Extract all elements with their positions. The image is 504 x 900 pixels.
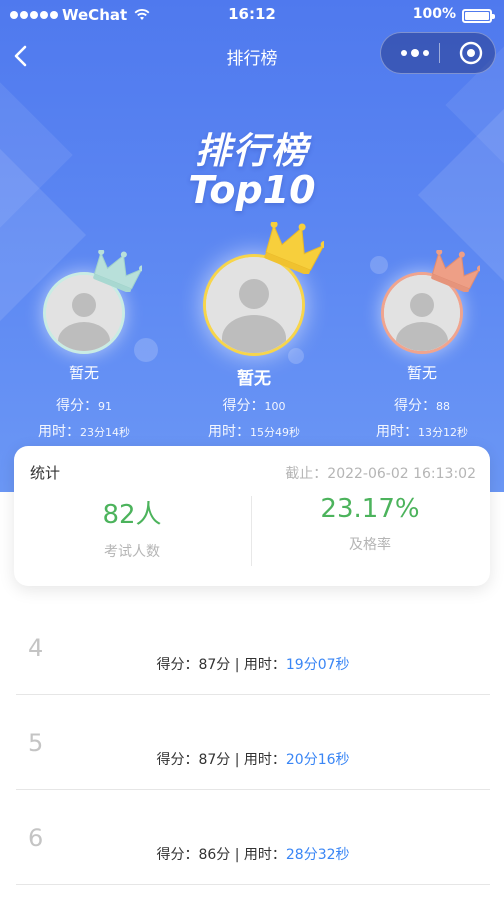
participants-value: 82人 [102, 500, 162, 530]
card-title: 统计 [30, 464, 61, 482]
player-name: 暂无 [237, 369, 271, 389]
status-bar: WeChat 16:12 100% [0, 0, 504, 30]
rank-time: 19分07秒 [285, 657, 350, 673]
podium-rank-2[interactable]: 暂无 得分：91 用时：23分14秒 [18, 240, 150, 440]
crown-icon [93, 250, 142, 292]
list-item[interactable]: 5 得分：87分 | 用时：20分16秒 [16, 695, 490, 790]
hero-title: 排行榜 [194, 131, 309, 172]
hero-subtitle: Top10 [188, 168, 316, 212]
miniprogram-capsule [380, 32, 496, 74]
podium-rank-1[interactable]: 暂无 得分：100 用时：15分49秒 [186, 222, 324, 443]
list-item[interactable]: 6 得分：86分 | 用时：28分32秒 [16, 790, 490, 885]
pass-rate-stat: 23.17% 及格率 [252, 494, 488, 554]
statistics-card: 统计 截止：2022-06-02 16:13:02 82人 考试人数 23.17… [14, 446, 490, 586]
player-duration: 用时：13分12秒 [376, 424, 468, 440]
capsule-divider [439, 43, 440, 63]
crown-icon [264, 222, 324, 274]
player-duration: 用时：23分14秒 [38, 424, 130, 440]
rank-time: 20分16秒 [285, 752, 350, 768]
pass-rate-label: 及格率 [349, 537, 391, 553]
rank-time: 28分32秒 [285, 847, 350, 863]
nav-bar: 排行榜 [0, 30, 504, 82]
player-score: 得分：100 [222, 398, 286, 414]
podium-rank-3[interactable]: 暂无 得分：88 用时：13分12秒 [356, 240, 488, 440]
crown-icon [431, 250, 480, 292]
cutoff-timestamp: 截止：2022-06-02 16:13:02 [285, 466, 476, 482]
participants-label: 考试人数 [104, 544, 160, 560]
player-duration: 用时：15分49秒 [208, 424, 300, 440]
battery-percent: 100% [412, 6, 456, 22]
player-score: 得分：88 [394, 398, 450, 414]
rank-info: 得分：87分 | 用时：20分16秒 [156, 752, 350, 768]
close-miniprogram-icon[interactable] [449, 33, 493, 73]
rank-info: 得分：86分 | 用时：28分32秒 [156, 847, 350, 863]
participants-stat: 82人 考试人数 [14, 494, 250, 561]
list-item[interactable]: 4 得分：87分 | 用时：19分07秒 [16, 600, 490, 695]
leaderboard-hero: WeChat 16:12 100% 排行榜 排行榜 Top10 暂无 得分：91… [0, 0, 504, 492]
more-dots-icon[interactable] [393, 33, 437, 73]
player-score: 得分：91 [56, 398, 112, 414]
player-name: 暂无 [406, 364, 437, 382]
pass-rate-value: 23.17% [320, 494, 420, 524]
rank-list: 4 得分：87分 | 用时：19分07秒 5 得分：87分 | 用时：20分16… [16, 600, 490, 885]
battery-icon [462, 9, 495, 23]
rank-info: 得分：87分 | 用时：19分07秒 [156, 657, 350, 673]
player-name: 暂无 [68, 364, 99, 382]
